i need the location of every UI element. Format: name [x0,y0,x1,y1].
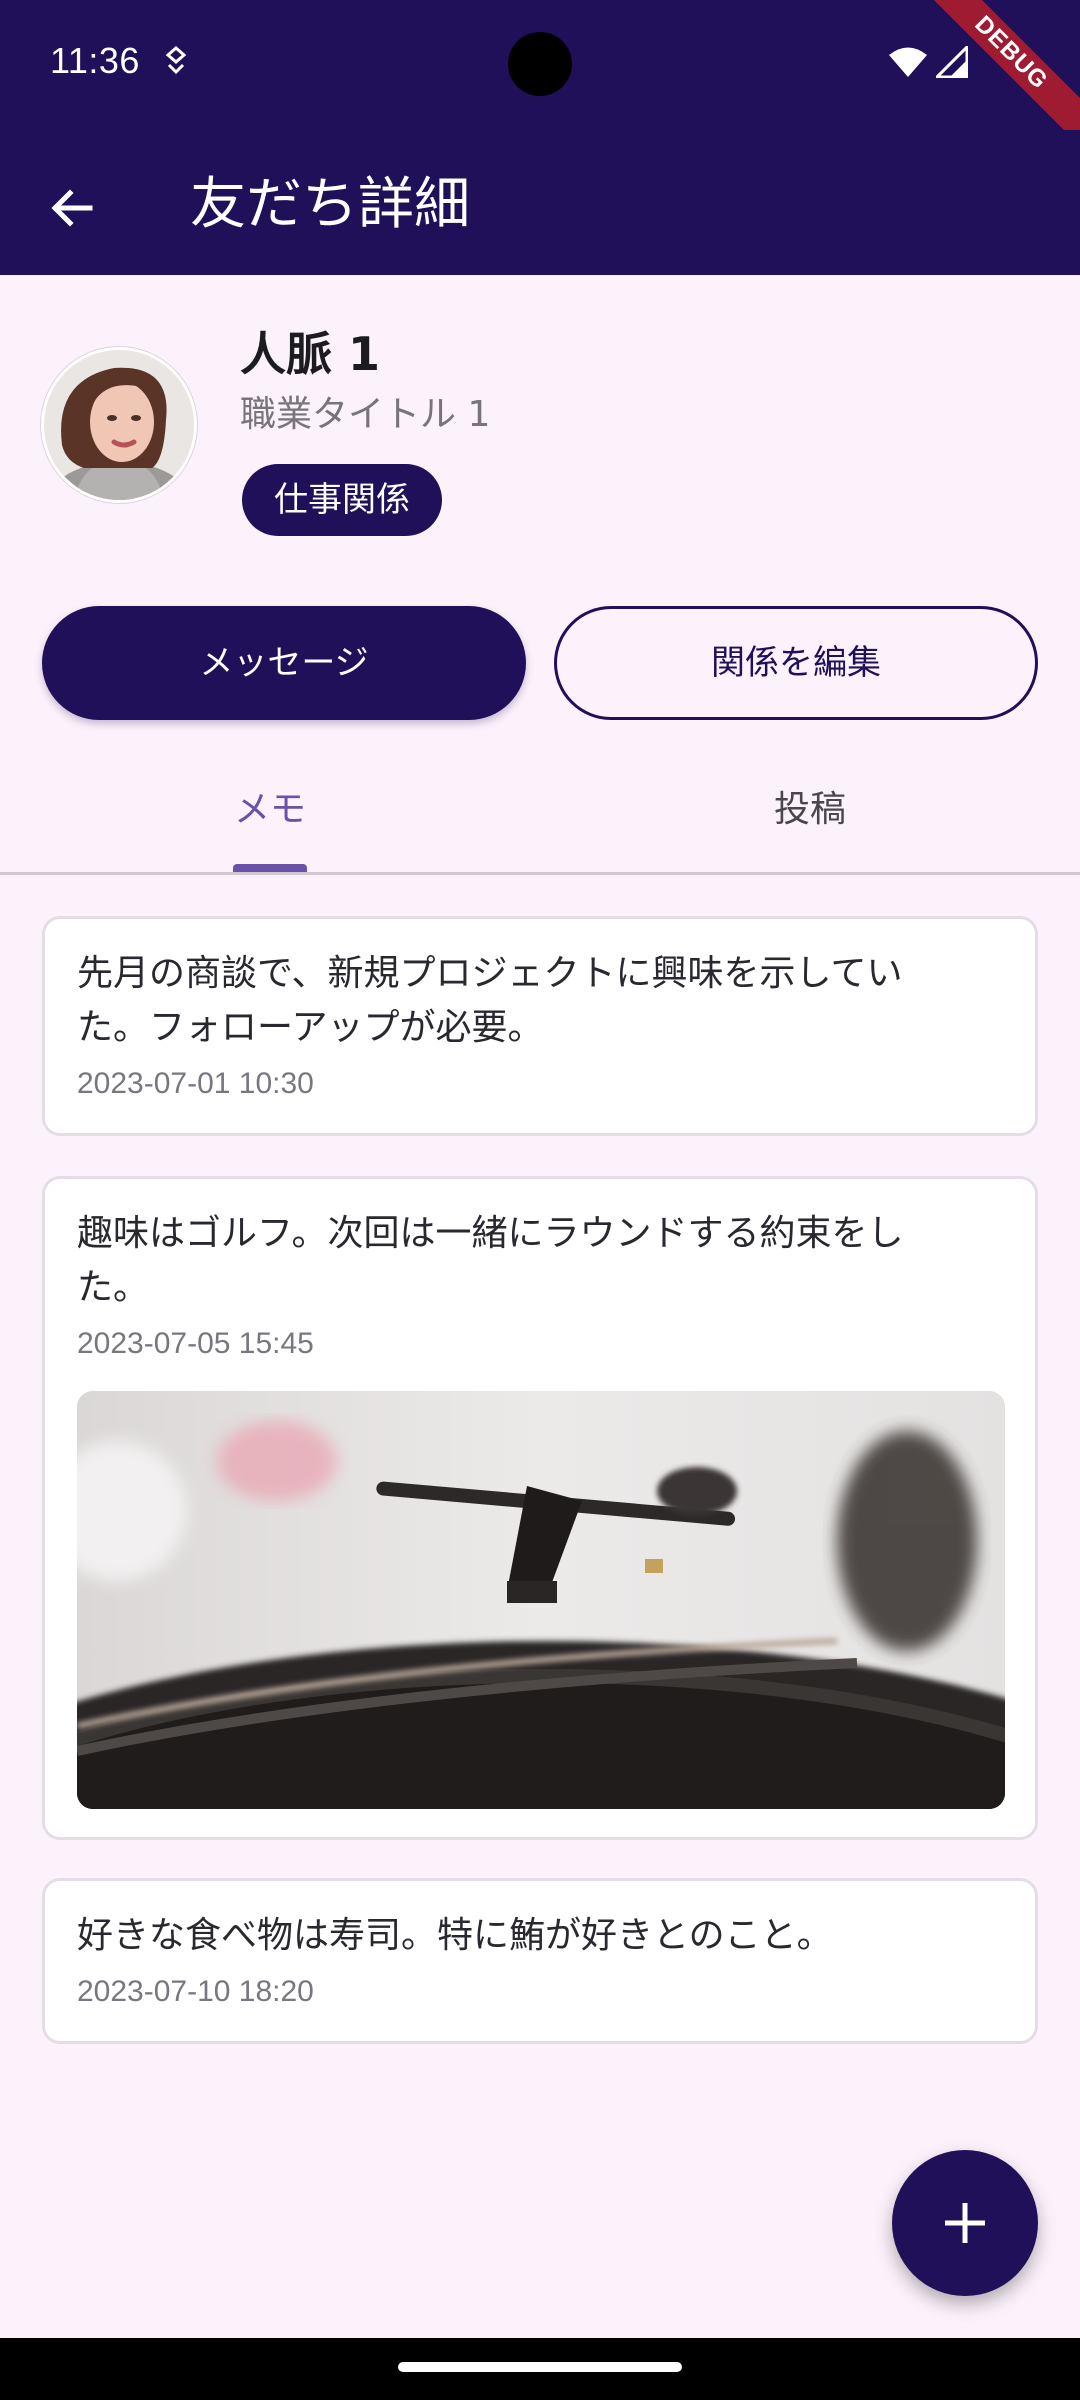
tab-bar: メモ 投稿 [0,760,1080,875]
add-memo-fab[interactable] [892,2150,1038,2296]
profile-job-title: 職業タイトル 1 [240,394,491,435]
memo-date: 2023-07-10 18:20 [77,1975,314,2008]
navigation-bar [0,2338,1080,2400]
wifi-icon [888,46,928,78]
page-title: 友だち詳細 [190,172,470,237]
tab-memo[interactable]: メモ [0,760,540,872]
back-button[interactable] [30,166,114,250]
memo-card[interactable]: 好きな食べ物は寿司。特に鮪が好きとのこと。 2023-07-10 18:20 [42,1878,1038,2044]
memo-text: 趣味はゴルフ。次回は一緒にラウンドする約束をした。 [77,1213,904,1308]
arrow-back-icon [51,189,93,227]
home-indicator[interactable] [398,2362,682,2372]
app-bar: 友だち詳細 [0,130,1080,275]
tab-posts[interactable]: 投稿 [540,760,1080,872]
relation-tag: 仕事関係 [242,464,442,536]
memo-card[interactable]: 趣味はゴルフ。次回は一緒にラウンドする約束をした。 2023-07-05 15:… [42,1176,1038,1840]
memo-card[interactable]: 先月の商談で、新規プロジェクトに興味を示していた。フォローアップが必要。 202… [42,916,1038,1136]
edit-relation-button[interactable]: 関係を編集 [554,606,1038,720]
camera-cutout [508,32,572,96]
avatar [44,350,194,500]
memo-text: 先月の商談で、新規プロジェクトに興味を示していた。フォローアップが必要。 [77,953,903,1048]
status-time: 11:36 [50,40,140,81]
debug-banner: DEBUG [930,0,1080,150]
memo-date: 2023-07-01 10:30 [77,1067,314,1100]
memo-text: 好きな食べ物は寿司。特に鮪が好きとのこと。 [77,1915,833,1956]
notification-icon [164,46,188,76]
profile-name: 人脈 1 [240,327,381,381]
memo-date: 2023-07-05 15:45 [77,1327,314,1360]
tab-indicator [233,864,307,872]
memo-image-turntable[interactable] [77,1391,1005,1809]
add-icon [945,2203,985,2243]
debug-label: DEBUG [930,0,1080,150]
message-button[interactable]: メッセージ [42,606,526,720]
status-bar: 11:36 DEBUG [0,0,1080,150]
